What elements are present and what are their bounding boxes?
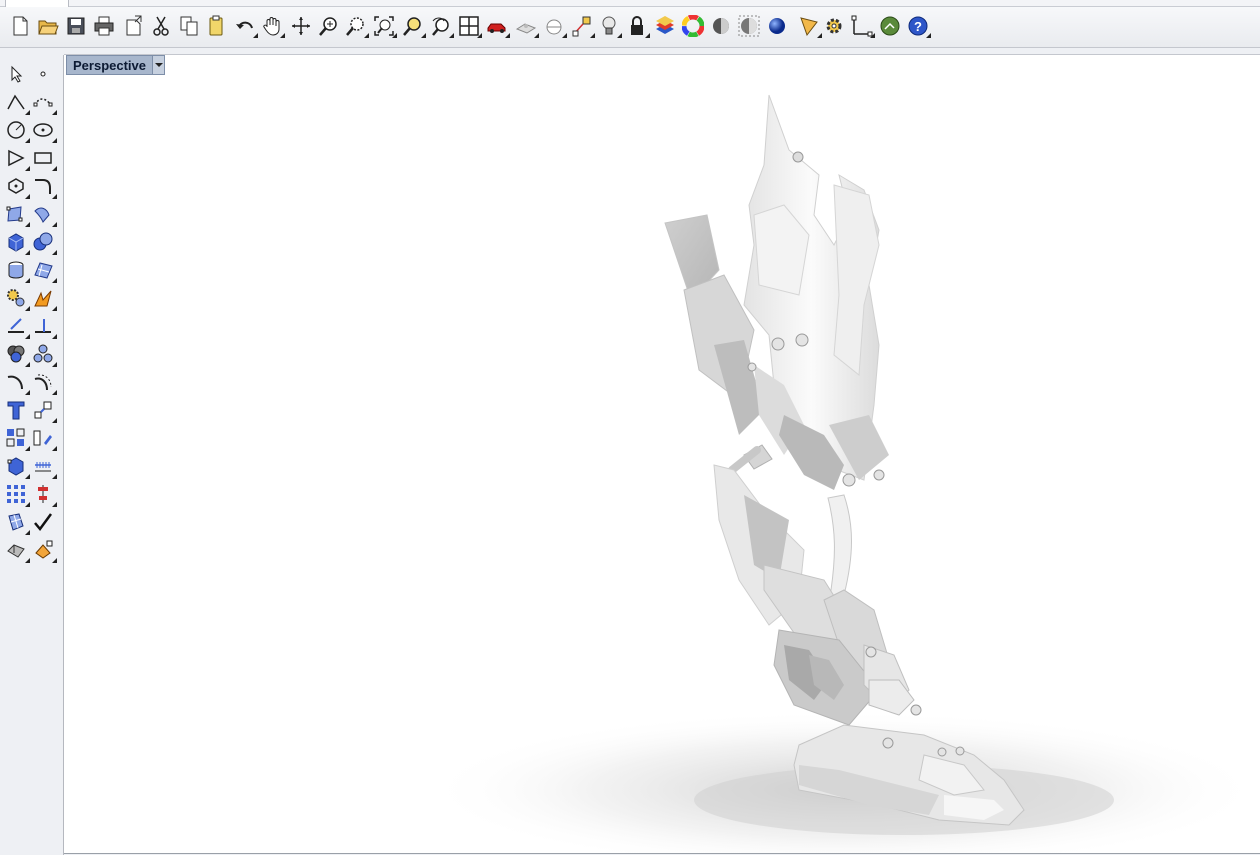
scale-icon[interactable]	[30, 397, 57, 423]
arc-icon[interactable]	[3, 145, 30, 171]
curve-icon[interactable]	[30, 89, 57, 115]
text-icon[interactable]	[3, 397, 29, 423]
color-wheel-icon[interactable]	[680, 13, 706, 39]
open-folder-icon[interactable]	[35, 13, 61, 39]
boolean-split-icon[interactable]	[30, 341, 57, 367]
print-icon[interactable]	[91, 13, 117, 39]
shaded-display-icon[interactable]	[708, 13, 734, 39]
cage-edit-icon[interactable]	[3, 453, 30, 479]
light-bulb-icon[interactable]	[596, 13, 622, 39]
options-gear-icon[interactable]	[821, 13, 847, 39]
cone-options-icon[interactable]	[796, 13, 822, 39]
render-material-icon[interactable]	[30, 537, 57, 563]
polyline-icon[interactable]	[3, 89, 30, 115]
rendered-leg-model	[424, 94, 1260, 853]
explode-icon[interactable]	[30, 285, 57, 311]
four-viewports-icon[interactable]	[456, 13, 482, 39]
curve-from-object-icon[interactable]	[3, 369, 30, 395]
rotate-view-icon[interactable]	[288, 13, 314, 39]
zoom-selected-icon[interactable]	[400, 13, 426, 39]
surface-from-points-icon[interactable]	[3, 201, 30, 227]
boolean-union-icon[interactable]	[3, 341, 30, 367]
loft-surface-icon[interactable]	[30, 201, 57, 227]
ribbon-tab-active[interactable]	[5, 0, 69, 7]
undo-view-icon[interactable]	[428, 13, 454, 39]
undo-icon[interactable]	[232, 13, 258, 39]
save-icon[interactable]	[63, 13, 89, 39]
fillet-curve-icon[interactable]	[30, 173, 57, 199]
main-toolbar: ?	[0, 7, 1260, 48]
plugin-icon[interactable]	[877, 13, 903, 39]
svg-text:?: ?	[914, 19, 922, 34]
help-icon[interactable]: ?	[905, 13, 931, 39]
offset-curve-icon[interactable]	[30, 369, 57, 395]
layer-icon[interactable]	[652, 13, 678, 39]
align-icon[interactable]	[30, 481, 57, 507]
mesh-icon[interactable]	[3, 509, 30, 535]
lock-icon[interactable]	[624, 13, 650, 39]
solid-tools-icon[interactable]	[3, 285, 30, 311]
new-file-icon[interactable]	[7, 13, 33, 39]
construction-plane-icon[interactable]	[513, 13, 539, 39]
ribbon-tab-strip	[0, 0, 1260, 7]
set-cplane-icon[interactable]	[541, 13, 567, 39]
circle-icon[interactable]	[3, 117, 30, 143]
ellipse-icon[interactable]	[30, 117, 57, 143]
import-icon[interactable]	[121, 13, 147, 39]
sphere-solid-icon[interactable]	[30, 229, 57, 255]
object-snap-icon[interactable]	[569, 13, 595, 39]
polygon-icon[interactable]	[3, 173, 30, 199]
pan-hand-icon[interactable]	[259, 13, 285, 39]
zoom-dynamic-icon[interactable]	[316, 13, 342, 39]
trim-icon[interactable]	[3, 313, 30, 339]
grid-array-icon[interactable]	[3, 481, 30, 507]
zoom-window-icon[interactable]	[343, 13, 369, 39]
rectangle-icon[interactable]	[30, 145, 57, 171]
point-icon[interactable]	[30, 61, 56, 87]
perspective-viewport[interactable]: Perspective	[64, 54, 1260, 854]
paste-icon[interactable]	[203, 13, 229, 39]
dimension-icon[interactable]	[849, 13, 875, 39]
flow-icon[interactable]	[30, 425, 57, 451]
analyze-icon[interactable]	[3, 537, 30, 563]
array-icon[interactable]	[3, 425, 30, 451]
box-solid-icon[interactable]	[3, 229, 30, 255]
named-view-car-icon[interactable]	[484, 13, 510, 39]
dimension-linear-icon[interactable]	[30, 453, 57, 479]
cylinder-solid-icon[interactable]	[3, 257, 30, 283]
cut-icon[interactable]	[148, 13, 174, 39]
left-toolbar	[0, 55, 64, 855]
rendered-display-icon[interactable]	[736, 13, 762, 39]
check-mark-icon[interactable]	[30, 509, 56, 535]
select-arrow-icon[interactable]	[3, 61, 29, 87]
copy-icon[interactable]	[176, 13, 202, 39]
zoom-extents-icon[interactable]	[371, 13, 397, 39]
split-icon[interactable]	[30, 313, 57, 339]
render-icon[interactable]	[764, 13, 790, 39]
network-surface-icon[interactable]	[30, 257, 57, 283]
